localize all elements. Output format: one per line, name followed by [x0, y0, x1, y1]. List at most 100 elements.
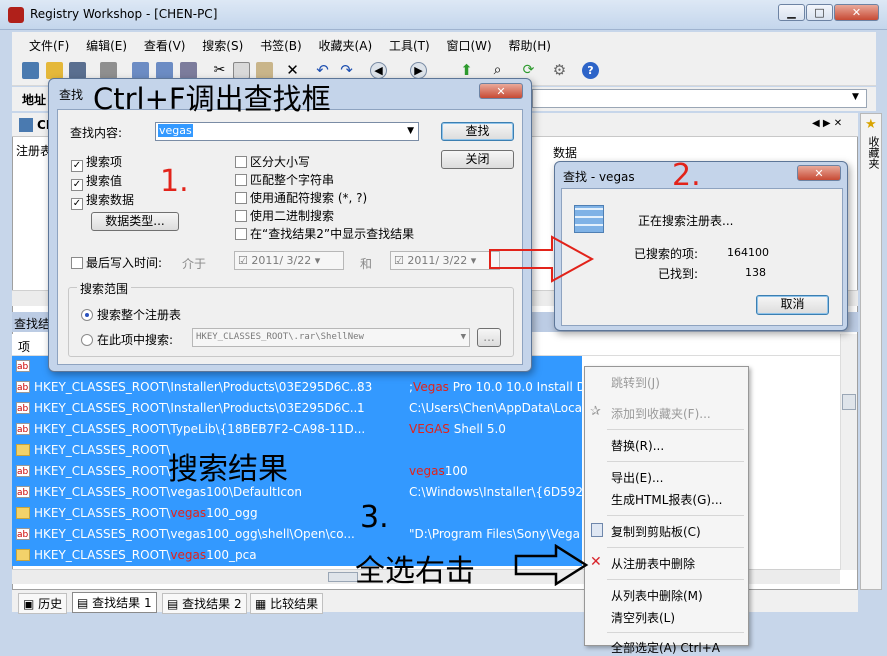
option-match-case[interactable]: 区分大小写 [235, 153, 414, 171]
tab-history-label: 历史 [38, 597, 63, 611]
row-data: vegas100 [409, 464, 468, 478]
table-row[interactable]: HKEY_CLASSES_ROOT\vegas100_pca [12, 545, 582, 566]
highlight-text: Vegas [413, 380, 449, 394]
menu-bookmarks[interactable]: 书签(B) [260, 39, 302, 53]
data-type-button[interactable]: 数据类型... [91, 212, 179, 231]
scope-path-dropdown-icon[interactable]: ▼ [461, 329, 466, 346]
menu-select-all[interactable]: 全部选定(A) Ctrl+A [611, 639, 720, 656]
scroll-thumb[interactable] [842, 394, 856, 410]
option-results-2[interactable]: 在“查找结果2”中显示查找结果 [235, 225, 414, 243]
delete-icon: ✕ [590, 554, 602, 570]
tab-find-results-2[interactable]: ▤ 查找结果 2 [162, 593, 247, 614]
column-key-header[interactable]: 项 [18, 338, 30, 355]
date-to-picker[interactable]: ☑ 2011/ 3/22 ▾ [390, 251, 500, 270]
option-wildcards[interactable]: 使用通配符搜索 (*, ?) [235, 189, 414, 207]
menu-help[interactable]: 帮助(H) [509, 39, 551, 53]
table-row[interactable]: ab HKEY_CLASSES_ROOT\vegas100\DefaultIcon… [12, 482, 582, 503]
minimize-button[interactable]: ▁ [778, 4, 805, 21]
menu-favorites[interactable]: 收藏夹(A) [319, 39, 373, 53]
copy-icon [591, 523, 603, 537]
menu-clear-list[interactable]: 清空列表(L) [611, 609, 675, 626]
favorites-label: 收藏夹 [867, 136, 880, 169]
close-dialog-button[interactable]: 关闭 [441, 150, 514, 169]
option-last-write[interactable]: 最后写入时间: [71, 254, 162, 271]
hscroll-thumb[interactable] [328, 572, 358, 582]
table-row[interactable]: ab HKEY_CLASSES_ROOT\TypeLib\{18BEB7F2-CA… [12, 419, 582, 440]
redo-icon[interactable]: ↷ [338, 62, 355, 79]
row-key: HKEY_CLASSES_ROOT\Installer\Products\03E… [34, 380, 362, 394]
address-input[interactable] [532, 89, 867, 108]
menu-replace[interactable]: 替换(R)... [611, 437, 664, 454]
menu-delete-from-registry[interactable]: 从注册表中删除 [611, 555, 695, 572]
checkbox-icon [235, 174, 247, 186]
menu-search[interactable]: 搜索(S) [202, 39, 243, 53]
table-row[interactable]: HKEY_CLASSES_ROOT\ [12, 440, 582, 461]
help-icon[interactable]: ? [582, 62, 599, 79]
menu-file[interactable]: 文件(F) [29, 39, 69, 53]
progress-dialog: 查找 - vegas ✕ 正在搜索注册表... 已搜索的项: 164100 已找… [554, 161, 848, 331]
back-icon[interactable]: ◀ [370, 62, 387, 79]
menu-add-favorite[interactable]: 添加到收藏夹(F)... [611, 405, 711, 422]
checkbox-icon [235, 192, 247, 204]
window-title: Registry Workshop - [CHEN-PC] [30, 7, 218, 21]
table-row[interactable]: ab HKEY_CLASSES_ROOT\Installer\Products\0… [12, 398, 582, 419]
string-value-icon: ab [16, 360, 30, 372]
menu-export[interactable]: 导出(E)... [611, 469, 663, 486]
app-icon [8, 7, 24, 23]
option-search-keys-label: 搜索项 [86, 155, 123, 169]
row-key: HKEY_CLASSES_ROOT\vegas100_ogg [34, 506, 258, 520]
star-icon: ★ [865, 117, 877, 132]
cancel-button[interactable]: 取消 [756, 295, 829, 315]
progress-dialog-close-icon[interactable]: ✕ [797, 165, 841, 181]
option-whole-string[interactable]: 匹配整个字符串 [235, 171, 414, 189]
tab-compare-results[interactable]: ▦ 比较结果 [250, 593, 324, 614]
open-icon[interactable] [46, 62, 63, 79]
refresh-icon[interactable]: ⟳ [520, 62, 537, 79]
find-content-dropdown-icon[interactable]: ▼ [407, 126, 414, 136]
table-row[interactable]: ab HKEY_CLASSES_ROOT\Installer\Products\0… [12, 377, 582, 398]
table-row[interactable]: ab HKEY_CLASSES_ROOT\vegas100_ogg\shell\O… [12, 524, 582, 545]
tab-history[interactable]: ▣ 历史 [18, 593, 68, 614]
data-column-header[interactable]: 数据 [553, 144, 577, 161]
menu-html-report[interactable]: 生成HTML报表(G)... [611, 491, 723, 508]
scope-whole-registry[interactable]: 搜索整个注册表 [81, 306, 181, 323]
find-content-input[interactable]: vegas ▼ [155, 122, 419, 141]
menu-separator [607, 461, 744, 462]
save-icon[interactable] [69, 62, 86, 79]
registry-icon[interactable] [22, 62, 39, 79]
option-search-values[interactable]: ✓ 搜索值 [71, 172, 134, 191]
find-dialog-close-icon[interactable]: ✕ [479, 83, 523, 99]
option-search-data[interactable]: ✓ 搜索数据 [71, 191, 134, 210]
scope-path-combo[interactable]: HKEY_CLASSES_ROOT\.rar\ShellNew ▼ [192, 328, 470, 347]
menu-separator [607, 632, 744, 633]
option-search-keys[interactable]: ✓ 搜索项 [71, 153, 134, 172]
string-value-icon: ab [16, 423, 30, 435]
menu-edit[interactable]: 编辑(E) [86, 39, 127, 53]
scope-in-key[interactable]: 在此项中搜索: [81, 331, 173, 348]
date-from-picker[interactable]: ☑ 2011/ 3/22 ▾ [234, 251, 344, 270]
favorites-sidebar[interactable]: ★ 收藏夹 [860, 113, 882, 590]
results-vscrollbar[interactable] [840, 334, 857, 570]
tab-find-results-1[interactable]: ▤ 查找结果 1 [72, 592, 157, 613]
menu-jump-to[interactable]: 跳转到(J) [611, 374, 660, 391]
maximize-button[interactable]: □ [806, 4, 833, 21]
row-key: HKEY_CLASSES_ROOT\ [34, 464, 171, 478]
menu-view[interactable]: 查看(V) [144, 39, 186, 53]
address-dropdown-icon[interactable]: ▼ [852, 92, 859, 102]
gear-icon[interactable]: ⚙ [551, 62, 568, 79]
menu-copy-clipboard[interactable]: 复制到剪贴板(C) [611, 523, 701, 540]
menu-window[interactable]: 窗口(W) [446, 39, 491, 53]
forward-icon[interactable]: ▶ [410, 62, 427, 79]
close-button[interactable]: ✕ [834, 4, 879, 21]
option-binary[interactable]: 使用二进制搜索 [235, 207, 414, 225]
option-match-case-label: 区分大小写 [250, 155, 311, 169]
find-icon[interactable]: ⌕ [489, 62, 506, 79]
up-icon[interactable]: ⬆ [458, 62, 475, 79]
table-row[interactable]: ab HKEY_CLASSES_ROOT\ vegas100 [12, 461, 582, 482]
table-row[interactable]: HKEY_CLASSES_ROOT\vegas100_ogg [12, 503, 582, 524]
menu-tools[interactable]: 工具(T) [389, 39, 430, 53]
menu-remove-from-list[interactable]: 从列表中删除(M) [611, 587, 703, 604]
tab-nav-icon[interactable]: ◀ ▶ ✕ [812, 118, 842, 129]
browse-button[interactable]: ... [477, 328, 501, 347]
find-button[interactable]: 查找 [441, 122, 514, 141]
